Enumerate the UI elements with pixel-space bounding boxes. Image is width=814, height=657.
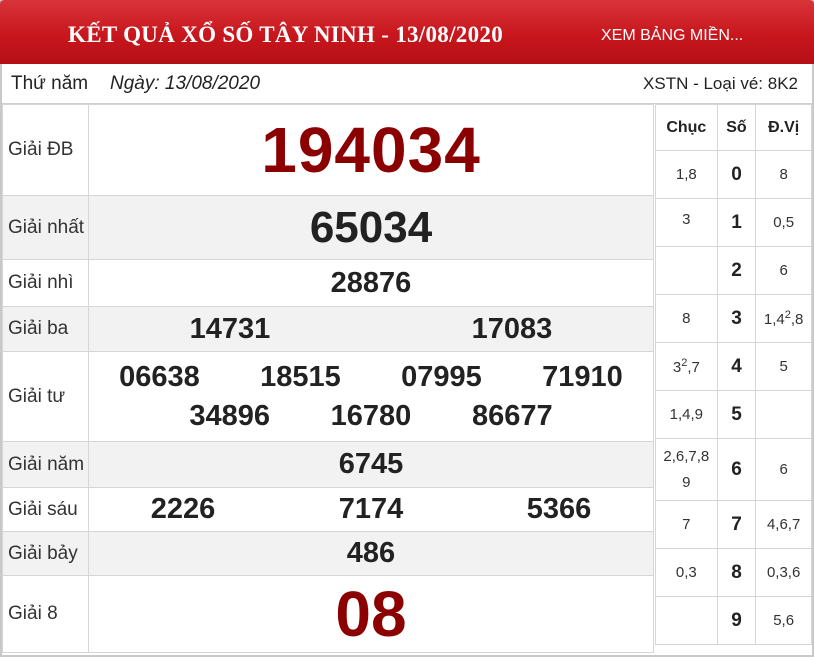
prize-number: 65034 bbox=[309, 202, 433, 252]
dvi-cell: 8 bbox=[755, 150, 812, 199]
loto-row: 32,7 4 5 bbox=[655, 342, 812, 391]
prize-label: Giải 8 bbox=[2, 575, 89, 653]
special-prize-number: 194034 bbox=[261, 114, 481, 186]
loto-row: 2,6,7,8 9 6 6 bbox=[655, 438, 812, 501]
so-cell: 5 bbox=[716, 390, 757, 439]
dvi-cell: 6 bbox=[755, 438, 812, 501]
dvi-cell: 6 bbox=[755, 246, 812, 295]
so-cell: 4 bbox=[716, 342, 757, 391]
prize-row-g4: Giải tư 06638 18515 07995 71910 34896 16… bbox=[2, 351, 654, 442]
chuc-cell: 8 bbox=[655, 294, 718, 343]
prize-label: Giải ĐB bbox=[2, 104, 89, 196]
prize-label: Giải nhì bbox=[2, 259, 89, 307]
column-header-chuc: Chục bbox=[655, 104, 718, 151]
prize-row-g1: Giải nhất 65034 bbox=[2, 195, 654, 260]
loto-head-tail-table: Chục Số Đ.Vị 1,8 0 8 3 1 0,5 2 6 8 3 1,4… bbox=[655, 104, 812, 645]
prize-number: 5366 bbox=[526, 493, 592, 525]
chuc-cell bbox=[655, 596, 718, 645]
header-bar: KẾT QUẢ XỔ SỐ TÂY NINH - 13/08/2020 XEM … bbox=[0, 0, 814, 64]
dvi-cell: 5,6 bbox=[755, 596, 812, 645]
prize-label: Giải bảy bbox=[2, 531, 89, 576]
loto-row: 0,3 8 0,3,6 bbox=[655, 548, 812, 597]
prize-label: Giải nhất bbox=[2, 195, 89, 260]
prize-number: 71910 bbox=[542, 360, 623, 393]
prize-number: 14731 bbox=[189, 312, 271, 345]
loto-row: 1,4,9 5 bbox=[655, 390, 812, 439]
loto-row: 2 6 bbox=[655, 246, 812, 295]
so-cell: 0 bbox=[716, 150, 757, 199]
so-cell: 8 bbox=[716, 548, 757, 597]
prize-number: 28876 bbox=[330, 266, 412, 299]
eighth-prize-number: 08 bbox=[335, 578, 407, 650]
loto-row: 1,8 0 8 bbox=[655, 150, 812, 199]
weekday-label: Thứ năm bbox=[11, 73, 89, 94]
draw-info-bar: Thứ năm Ngày: 13/08/2020 XSTN - Loại vé:… bbox=[2, 64, 812, 104]
so-cell: 9 bbox=[716, 596, 757, 645]
loto-row: 3 1 0,5 bbox=[655, 198, 812, 247]
loto-row: 7 7 4,6,7 bbox=[655, 500, 812, 549]
prize-number: 17083 bbox=[471, 312, 553, 345]
prize-row-g5: Giải năm 6745 bbox=[2, 441, 654, 488]
view-region-link[interactable]: XEM BẢNG MIỀN... bbox=[601, 27, 743, 45]
dvi-cell: 1,42,8 bbox=[755, 294, 812, 343]
prize-row-g7: Giải bảy 486 bbox=[2, 531, 654, 576]
prize-number: 07995 bbox=[401, 360, 482, 393]
chuc-cell: 1,8 bbox=[655, 150, 718, 199]
prize-number: 486 bbox=[346, 537, 396, 569]
so-cell: 1 bbox=[716, 198, 757, 247]
dvi-cell: 0,5 bbox=[755, 198, 812, 247]
prize-label: Giải tư bbox=[2, 351, 89, 442]
chuc-cell: 0,3 bbox=[655, 548, 718, 597]
prize-number: 34896 bbox=[189, 399, 270, 432]
prize-row-g6: Giải sáu 2226 7174 5366 bbox=[2, 487, 654, 532]
prize-row-g3: Giải ba 14731 17083 bbox=[2, 306, 654, 352]
chuc-cell: 2,6,7,8 9 bbox=[655, 438, 718, 501]
prize-number: 06638 bbox=[119, 360, 200, 393]
loto-row: 9 5,6 bbox=[655, 596, 812, 645]
prize-label: Giải sáu bbox=[2, 487, 89, 532]
prize-label: Giải năm bbox=[2, 441, 89, 488]
chuc-cell bbox=[655, 246, 718, 295]
prize-number: 16780 bbox=[330, 399, 412, 432]
chuc-cell: 32,7 bbox=[655, 342, 718, 391]
prize-number: 18515 bbox=[260, 360, 341, 393]
chuc-cell: 7 bbox=[655, 500, 718, 549]
dvi-cell: 4,6,7 bbox=[755, 500, 812, 549]
prize-row-db: Giải ĐB 194034 bbox=[2, 104, 654, 196]
so-cell: 7 bbox=[716, 500, 757, 549]
dvi-cell: 5 bbox=[755, 342, 812, 391]
so-cell: 2 bbox=[716, 246, 757, 295]
prize-label: Giải ba bbox=[2, 306, 89, 352]
column-header-dvi: Đ.Vị bbox=[755, 104, 812, 151]
loto-row: 8 3 1,42,8 bbox=[655, 294, 812, 343]
prize-row-g8: Giải 8 08 bbox=[2, 575, 654, 653]
so-cell: 3 bbox=[716, 294, 757, 343]
page-title: KẾT QUẢ XỔ SỐ TÂY NINH - 13/08/2020 bbox=[68, 22, 503, 47]
prize-table: Giải ĐB 194034 Giải nhất 65034 Giải nhì … bbox=[2, 104, 654, 653]
prize-row-g2: Giải nhì 28876 bbox=[2, 259, 654, 307]
so-cell: 6 bbox=[716, 438, 757, 501]
draw-date: Ngày: 13/08/2020 bbox=[110, 73, 261, 94]
prize-number: 6745 bbox=[338, 448, 404, 480]
prize-number: 2226 bbox=[150, 493, 216, 525]
prize-number: 86677 bbox=[471, 399, 553, 432]
prize-number: 7174 bbox=[338, 493, 404, 525]
chuc-cell: 1,4,9 bbox=[655, 390, 718, 439]
column-header-so: Số bbox=[716, 104, 757, 151]
dvi-cell: 0,3,6 bbox=[755, 548, 812, 597]
dvi-cell bbox=[755, 390, 812, 439]
chuc-cell: 3 bbox=[655, 198, 718, 247]
ticket-code: XSTN - Loại vé: 8K2 bbox=[643, 74, 798, 93]
